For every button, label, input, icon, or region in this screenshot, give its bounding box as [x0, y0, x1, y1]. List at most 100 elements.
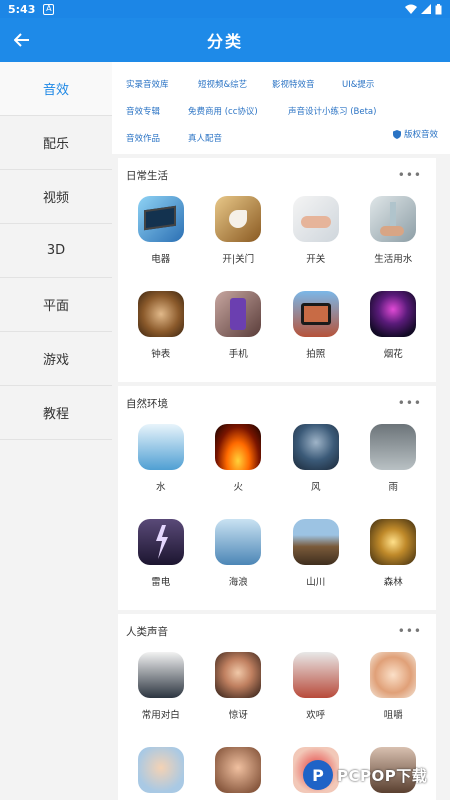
wifi-icon [405, 4, 417, 14]
signal-icon [421, 4, 431, 14]
sidebar-item-3d[interactable]: 3D [0, 224, 112, 278]
category-label: 电器 [151, 254, 171, 265]
category-mountains[interactable]: 山川 [277, 515, 355, 610]
child-thumbnail [137, 747, 184, 793]
tag-link[interactable]: 免费商用 (cc协议) [188, 105, 288, 117]
sidebar-item-label: 平面 [42, 299, 69, 314]
clock-thumbnail [137, 291, 184, 337]
section-title: 日常生活 [126, 170, 168, 182]
category-label: 生活用水 [374, 254, 413, 265]
category-label: 水 [155, 482, 166, 493]
category-sidebar: 音效 配乐 视频 3D 平面 游戏 教程 [0, 62, 112, 800]
sidebar-item-music[interactable]: 配乐 [0, 116, 112, 170]
back-button[interactable] [10, 28, 34, 52]
category-label: 雨 [388, 482, 398, 493]
subcategory-tags: 实录音效库 短视频&综艺 影视特效音 UI&提示 音效专辑 免费商用 (cc协议… [112, 62, 450, 154]
lightning-thumbnail [137, 519, 184, 565]
sidebar-item-tutorial[interactable]: 教程 [0, 386, 112, 440]
more-options-button[interactable]: ••• [398, 168, 422, 182]
category-label: 欢呼 [306, 710, 326, 721]
section-daily-life: 日常生活 ••• 电器 开|关门 开关 生活用水 钟表 手机 拍照 烟花 [118, 158, 436, 382]
wind-thumbnail [292, 424, 339, 470]
section-title: 自然环境 [126, 398, 168, 410]
sidebar-item-graphic[interactable]: 平面 [0, 278, 112, 332]
category-waves[interactable]: 海浪 [200, 515, 278, 610]
category-rain[interactable]: 雨 [355, 420, 433, 515]
faucet-thumbnail [370, 196, 417, 242]
category-fire[interactable]: 火 [200, 420, 278, 515]
watermark-text: PCPOP下载 [337, 766, 428, 785]
fire-thumbnail [215, 424, 262, 470]
arrow-left-icon [14, 33, 29, 47]
cheer-thumbnail [292, 652, 339, 698]
sidebar-item-label: 教程 [42, 407, 69, 422]
mountains-thumbnail [292, 519, 339, 565]
category-surprise[interactable]: 惊讶 [200, 648, 278, 743]
phone-thumbnail [215, 291, 262, 337]
category-fireworks[interactable]: 烟花 [355, 287, 433, 382]
more-options-button[interactable]: ••• [398, 624, 422, 638]
tag-link[interactable]: 真人配音 [188, 132, 222, 144]
category-water-use[interactable]: 生活用水 [355, 192, 433, 287]
crying-thumbnail [215, 747, 262, 793]
sidebar-item-label: 音效 [42, 83, 69, 98]
sidebar-item-label: 视频 [42, 191, 69, 206]
watermark: P PCPOP下载 [303, 752, 450, 798]
copyright-sound-link[interactable]: 版权音效 [392, 128, 438, 140]
tv-thumbnail [137, 196, 184, 242]
category-label: 钟表 [151, 349, 171, 360]
category-item[interactable] [200, 743, 278, 800]
category-wind[interactable]: 风 [277, 420, 355, 515]
status-time: 5:43 [8, 2, 36, 16]
category-phone[interactable]: 手机 [200, 287, 278, 382]
notification-icon: A [43, 3, 55, 15]
shield-icon [392, 129, 401, 139]
category-label: 火 [233, 482, 243, 493]
category-photo[interactable]: 拍照 [277, 287, 355, 382]
section-title: 人类声音 [126, 626, 168, 638]
category-label: 烟花 [383, 349, 403, 360]
category-switch[interactable]: 开关 [277, 192, 355, 287]
sidebar-item-game[interactable]: 游戏 [0, 332, 112, 386]
chewing-thumbnail [370, 652, 417, 698]
category-label: 手机 [228, 349, 248, 360]
more-options-button[interactable]: ••• [398, 396, 422, 410]
fireworks-thumbnail [370, 291, 417, 337]
section-nature: 自然环境 ••• 水 火 风 雨 雷电 海浪 山川 森林 [118, 386, 436, 610]
sidebar-item-video[interactable]: 视频 [0, 170, 112, 224]
watermark-logo: P [303, 760, 333, 790]
tag-link[interactable]: 音效作品 [126, 132, 188, 144]
category-label: 山川 [306, 577, 326, 588]
category-door[interactable]: 开|关门 [200, 192, 278, 287]
tag-link[interactable]: 声音设计小练习 (Beta) [288, 105, 376, 117]
surprise-thumbnail [215, 652, 262, 698]
category-thunder[interactable]: 雷电 [122, 515, 200, 610]
waves-thumbnail [215, 519, 262, 565]
forest-thumbnail [370, 519, 417, 565]
category-clock[interactable]: 钟表 [122, 287, 200, 382]
category-label: 咀嚼 [383, 710, 403, 721]
tag-link[interactable]: UI&提示 [342, 78, 374, 90]
sidebar-item-sound-effects[interactable]: 音效 [0, 62, 112, 116]
category-label: 海浪 [228, 577, 248, 588]
tag-link[interactable]: 音效专辑 [126, 105, 188, 117]
category-label: 开|关门 [222, 254, 255, 265]
copyright-label: 版权音效 [403, 130, 438, 140]
dialogue-thumbnail [137, 652, 184, 698]
camera-thumbnail [292, 291, 339, 337]
tag-link[interactable]: 实录音效库 [126, 78, 198, 90]
category-label: 森林 [383, 577, 403, 588]
category-item[interactable] [122, 743, 200, 800]
category-forest[interactable]: 森林 [355, 515, 433, 610]
category-chewing[interactable]: 咀嚼 [355, 648, 433, 743]
category-label: 拍照 [306, 349, 326, 360]
tag-link[interactable]: 影视特效音 [272, 78, 342, 90]
category-water[interactable]: 水 [122, 420, 200, 515]
sidebar-item-label: 配乐 [42, 137, 69, 152]
category-appliance[interactable]: 电器 [122, 192, 200, 287]
status-bar: 5:43 A [0, 0, 450, 18]
category-cheer[interactable]: 欢呼 [277, 648, 355, 743]
tag-link[interactable]: 短视频&综艺 [198, 78, 272, 90]
battery-icon [435, 3, 442, 14]
category-dialogue[interactable]: 常用对白 [122, 648, 200, 743]
